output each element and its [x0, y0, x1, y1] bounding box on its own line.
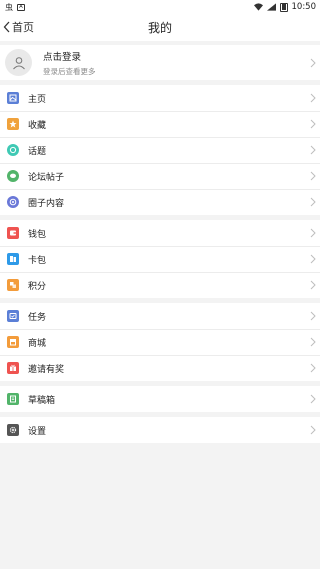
menu-group-settings: 设置 [0, 417, 320, 443]
mall-icon [7, 336, 19, 348]
tasks-icon [7, 310, 19, 322]
signal-icon [266, 3, 276, 11]
menu-item-label: 邀请有奖 [28, 364, 65, 375]
user-icon [12, 56, 25, 69]
chevron-right-icon [310, 254, 316, 264]
app-notification-icon: 虫 [5, 2, 13, 12]
menu-item-favorites[interactable]: 收藏 [0, 111, 320, 137]
menu-item-points[interactable]: 积分 [0, 272, 320, 298]
menu-item-tasks[interactable]: 任务 [0, 303, 320, 329]
wallet-icon [7, 227, 19, 239]
chevron-right-icon [310, 425, 316, 435]
homepage-icon [7, 92, 19, 104]
menu-item-settings[interactable]: 设置 [0, 417, 320, 443]
chevron-right-icon [310, 394, 316, 404]
back-button[interactable]: 首页 [3, 19, 34, 35]
nav-bar: 首页 我的 [0, 14, 320, 41]
menu-item-label: 主页 [28, 94, 47, 105]
menu-item-label: 任务 [28, 312, 47, 323]
page-title: 我的 [147, 21, 172, 35]
chevron-right-icon [310, 93, 316, 103]
menu-item-label: 草稿箱 [28, 395, 56, 406]
card-pack-icon [7, 253, 19, 265]
menu-item-forum-posts[interactable]: 论坛帖子 [0, 163, 320, 189]
chevron-right-icon [310, 311, 316, 321]
menu-item-label: 商城 [28, 338, 47, 349]
menu-item-wallet[interactable]: 钱包 [0, 220, 320, 246]
chevron-right-icon [310, 197, 316, 207]
menu-item-card-pack[interactable]: 卡包 [0, 246, 320, 272]
notification-icon: A [17, 3, 25, 11]
chevron-right-icon [310, 280, 316, 290]
chevron-right-icon [310, 171, 316, 181]
menu-group-drafts: 草稿箱 [0, 386, 320, 412]
menu-group-content: 主页 收藏 话题 论坛帖子 圈子内容 [0, 85, 320, 215]
menu-item-label: 钱包 [28, 229, 47, 240]
chevron-left-icon [3, 21, 10, 33]
menu-item-label: 论坛帖子 [28, 172, 65, 183]
chevron-right-icon [310, 228, 316, 238]
points-icon [7, 279, 19, 291]
menu-item-drafts[interactable]: 草稿箱 [0, 386, 320, 412]
chevron-right-icon [310, 119, 316, 129]
chevron-right-icon [310, 145, 316, 155]
status-bar: 虫 A 10:50 [0, 0, 320, 14]
favorite-icon [7, 118, 19, 130]
menu-item-topics[interactable]: 话题 [0, 137, 320, 163]
chevron-right-icon [310, 58, 316, 67]
menu-group-tasks: 任务 商城 邀请有奖 [0, 303, 320, 381]
chevron-right-icon [310, 337, 316, 347]
wifi-icon [253, 3, 263, 11]
menu-item-label: 收藏 [28, 120, 47, 131]
menu-item-mall[interactable]: 商城 [0, 329, 320, 355]
battery-icon [279, 2, 288, 12]
menu-item-label: 积分 [28, 281, 47, 292]
menu-item-circle-content[interactable]: 圈子内容 [0, 189, 320, 215]
chevron-right-icon [310, 363, 316, 373]
menu-item-label: 卡包 [28, 255, 47, 266]
status-time: 10:50 [291, 2, 317, 12]
menu-item-invite-reward[interactable]: 邀请有奖 [0, 355, 320, 381]
settings-icon [7, 424, 19, 436]
forum-posts-icon [7, 170, 19, 182]
menu-item-homepage[interactable]: 主页 [0, 85, 320, 111]
login-title: 点击登录 [43, 51, 82, 63]
drafts-icon [7, 393, 19, 405]
topic-icon [7, 144, 19, 156]
login-subtitle: 登录后查看更多 [43, 66, 96, 76]
menu-item-label: 圈子内容 [28, 198, 65, 209]
invite-reward-icon [7, 362, 19, 374]
menu-group-wallet: 钱包 卡包 积分 [0, 220, 320, 298]
login-profile-row[interactable]: 点击登录 登录后查看更多 [0, 45, 320, 80]
menu-item-label: 话题 [28, 146, 47, 157]
circle-content-icon [7, 196, 19, 208]
menu-item-label: 设置 [28, 426, 47, 437]
avatar [5, 49, 32, 76]
back-label: 首页 [12, 21, 34, 34]
